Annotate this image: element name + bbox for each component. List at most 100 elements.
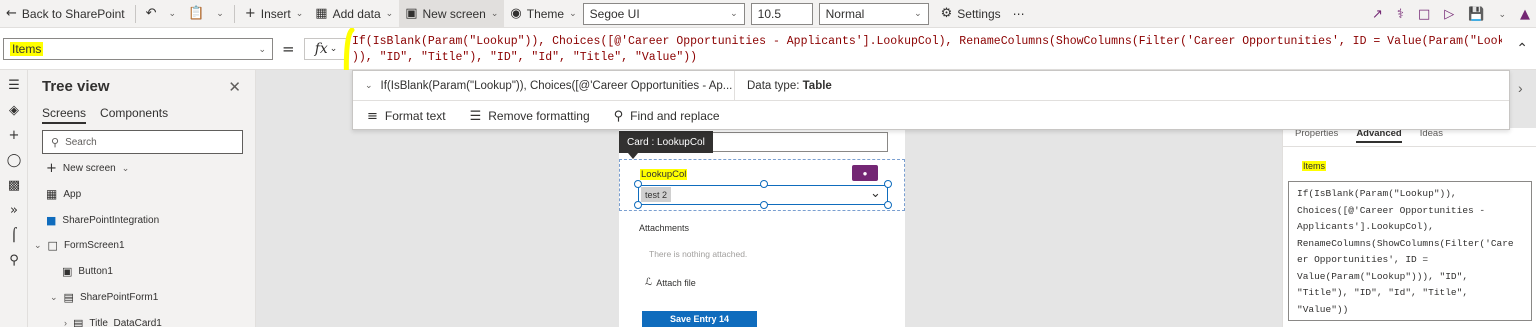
tree-item-label: Button1 [78, 265, 113, 277]
paperclip-icon: ℒ [645, 277, 653, 288]
font-family-select[interactable]: Segoe UI ⌄ [582, 2, 745, 25]
attachments-label: Attachments [639, 223, 690, 233]
database-icon[interactable]: ◯ [0, 154, 28, 170]
palette-icon: ◉ [510, 6, 522, 21]
chevron-down-icon[interactable]: ⌄ [870, 186, 881, 201]
code-line: er Opportunities', ID = [1297, 254, 1429, 265]
more-button[interactable]: ⋯ [1007, 0, 1031, 28]
resize-handle[interactable] [634, 201, 642, 209]
settings-button[interactable]: ⚙ Settings [935, 0, 1007, 28]
undo-button[interactable]: ↶ [140, 0, 163, 28]
attach-file-link[interactable]: ℒ Attach file [645, 277, 696, 289]
chevron-down-icon: ⌄ [490, 8, 499, 18]
resize-handle[interactable] [760, 180, 768, 188]
chevron-down-icon: ⌄ [569, 8, 577, 18]
resize-handle[interactable] [760, 201, 768, 209]
tree-item-label: Title_DataCard1 [89, 317, 162, 327]
clipboard-icon: 📋 [188, 6, 205, 21]
play-icon[interactable]: ▷ [1444, 8, 1454, 21]
find-replace-label: Find and replace [630, 109, 720, 123]
tab-screens[interactable]: Screens [42, 106, 87, 124]
chevron-down-icon[interactable]: ⌄ [1498, 9, 1506, 20]
layers-icon[interactable]: ◈ [0, 104, 28, 120]
plus-icon[interactable]: + [0, 129, 28, 145]
code-line: "Title"), "ID", "Id", "Title", [1297, 287, 1469, 298]
tree-search-input[interactable]: ⚲ Search [42, 130, 243, 154]
settings-label: Settings [957, 6, 1001, 21]
property-value: Items [10, 42, 44, 56]
tab-components[interactable]: Components [100, 106, 168, 124]
insert-button[interactable]: + Insert ⌄ [239, 0, 309, 28]
chevron-down-icon: ⌄ [365, 80, 373, 90]
new-screen-link[interactable]: + New screen ⌄ [46, 159, 129, 177]
new-screen-button[interactable]: ▣ New screen ⌄ [399, 0, 505, 28]
media-icon[interactable]: ▩ [0, 179, 28, 195]
remove-formatting-button[interactable]: ☰ Remove formatting [470, 109, 590, 123]
tree-item-formscreen1[interactable]: ⌄ □ FormScreen1 [34, 236, 125, 254]
fx-button[interactable]: fx ⌄ [304, 38, 348, 60]
tab-advanced[interactable]: Advanced [1356, 128, 1402, 143]
save-icon[interactable]: 💾 [1468, 8, 1484, 21]
tree-item-label: App [63, 188, 82, 200]
font-size-value: 10.5 [757, 6, 781, 21]
resize-handle[interactable] [884, 180, 892, 188]
plus-icon: + [244, 6, 256, 21]
publish-icon[interactable]: ▲ [1520, 8, 1530, 21]
search-placeholder: Search [65, 136, 97, 148]
tree-item-title-datacard1[interactable]: › ▤ Title_DataCard1 [64, 314, 162, 327]
chevron-right-icon: › [64, 318, 67, 327]
formula-dropdown: ⌄ If(IsBlank(Param("Lookup")), Choices([… [352, 70, 1510, 130]
property-name: Items [1302, 161, 1327, 171]
card-icon: ▤ [73, 316, 84, 327]
property-select[interactable]: Items ⌄ [3, 38, 273, 60]
data-type-label: Data type: [747, 79, 800, 92]
tree-item-button1[interactable]: ▣ Button1 [62, 262, 113, 280]
card-label: LookupCol [640, 169, 688, 180]
ideas-badge[interactable]: ● [852, 165, 878, 181]
stethoscope-icon[interactable]: ⚕ [1397, 8, 1404, 21]
hamburger-icon[interactable]: ☰ [0, 79, 28, 95]
tree-item-sharepointform1[interactable]: ⌄ ▤ SharePointForm1 [50, 288, 158, 306]
new-screen-icon: ▣ [405, 6, 418, 21]
font-size-input[interactable]: 10.5 [750, 2, 813, 25]
formula-input[interactable]: If(IsBlank(Param("Lookup")), Choices([@'… [352, 34, 1502, 70]
title-field-input[interactable] [700, 132, 888, 152]
find-replace-button[interactable]: ⚲ Find and replace [614, 109, 720, 123]
chevron-up-icon[interactable]: ⌃ [1516, 40, 1528, 57]
share-icon[interactable]: ↗ [1372, 8, 1383, 21]
paste-button[interactable]: 📋 [182, 0, 210, 28]
formula-preview-row: ⌄ If(IsBlank(Param("Lookup")), Choices([… [353, 70, 1509, 101]
chevron-down-icon: ⌄ [121, 162, 130, 173]
formula-preview[interactable]: ⌄ If(IsBlank(Param("Lookup")), Choices([… [353, 70, 735, 101]
back-to-sharepoint-button[interactable]: ← Back to SharePoint [0, 0, 131, 28]
chevron-down-icon: ⌄ [914, 8, 922, 18]
undo-dropdown[interactable]: ⌄ [163, 0, 183, 28]
property-formula-editor[interactable]: If(IsBlank(Param("Lookup")), Choices([@'C… [1288, 181, 1532, 321]
card-tooltip: Card : LookupCol [619, 131, 713, 153]
back-label: Back to SharePoint [21, 6, 125, 21]
tree-item-label: SharePointForm1 [79, 291, 159, 303]
tree-item-app[interactable]: ▦ App [46, 185, 81, 203]
theme-button[interactable]: ◉ Theme ⌄ [504, 0, 582, 28]
chevron-down-icon: ⌄ [168, 8, 177, 18]
search-icon[interactable]: ⚲ [0, 254, 28, 270]
formula-bar: Items ⌄ = fx ⌄ If(IsBlank(Param("Lookup"… [0, 28, 1536, 99]
font-weight-select[interactable]: Normal ⌄ [818, 2, 929, 25]
add-data-button[interactable]: ▦ Add data ⌄ [309, 0, 399, 28]
variables-icon[interactable]: ⌠ [0, 229, 28, 245]
combo-selected-chip[interactable]: test 2 [641, 187, 672, 202]
chevron-right-icon[interactable]: › [1518, 80, 1523, 96]
paste-dropdown[interactable]: ⌄ [210, 0, 230, 28]
attachments-empty-text: There is nothing attached. [649, 249, 748, 259]
save-entry-button[interactable]: Save Entry 14 [642, 311, 757, 327]
resize-handle[interactable] [634, 180, 642, 188]
close-icon[interactable]: ✕ [228, 78, 241, 96]
resize-handle[interactable] [884, 201, 892, 209]
properties-panel: Properties Advanced Ideas Items If(IsBla… [1282, 128, 1536, 327]
attach-file-label: Attach file [656, 278, 696, 288]
format-text-button[interactable]: ≡ Format text [367, 109, 446, 123]
code-line: "Value")) [1297, 303, 1349, 315]
tree-item-sharepointintegration[interactable]: ■ SharePointIntegration [46, 211, 159, 229]
comment-icon[interactable]: □ [1418, 8, 1430, 21]
power-automate-icon[interactable]: » [0, 204, 28, 220]
